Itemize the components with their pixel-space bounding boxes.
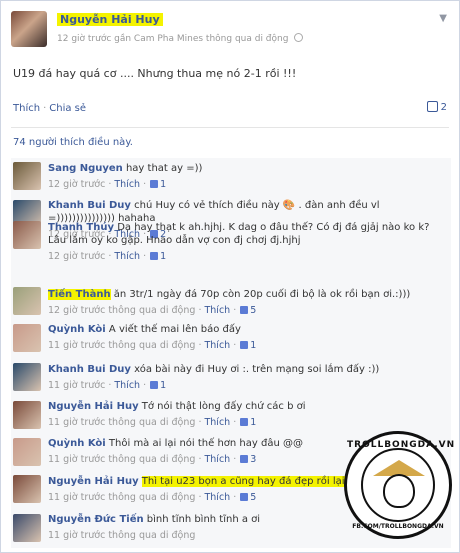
comment-like-count[interactable]: 1 — [250, 340, 256, 351]
comment-meta: 11 giờ trước thông qua di động · Thích ·… — [48, 340, 257, 351]
comment-body: Thanh Thúy Dạ hay thạt k ah.hjhj. K dag … — [48, 221, 445, 263]
comment-line: Tiến Thành ăn 3tr/1 ngày đá 70p còn 20p … — [48, 288, 445, 301]
comment-like-count[interactable]: 5 — [250, 492, 256, 503]
comment-like-link[interactable]: Thích — [204, 305, 230, 316]
trollbongda-watermark-logo: TROLLBONGDA.VN FB.COM/TROLLBONGDA.VN — [344, 431, 454, 539]
comment-like-link[interactable]: Thích — [204, 417, 230, 428]
thumbs-up-icon — [240, 418, 249, 426]
post-status-text: U19 đá hay quá cơ .... Nhưng thua mẹ nó … — [13, 67, 297, 80]
post-meta: 12 giờ trước gần Cam Pha Mines thông qua… — [57, 33, 304, 44]
comment-line: Khanh Bui Duy xóa bài này đi Huy ơi :. t… — [48, 363, 445, 376]
commenter-name[interactable]: Khanh Bui Duy — [48, 364, 131, 375]
commenter-avatar[interactable] — [13, 475, 41, 503]
comment-meta: 11 giờ trước · Thích · 1 — [48, 380, 167, 391]
author-name[interactable]: Nguyễn Hải Huy — [57, 13, 163, 26]
comment-time[interactable]: 11 giờ trước thông qua di động — [48, 454, 195, 465]
comment-time[interactable]: 11 giờ trước — [48, 380, 105, 391]
thumbs-up-icon — [150, 252, 159, 260]
chevron-down-icon[interactable]: ▼ — [439, 13, 447, 24]
commenter-avatar[interactable] — [13, 162, 41, 190]
commenter-name[interactable]: Khanh Bui Duy — [48, 200, 131, 211]
comment-text: hay that ay =)) — [125, 163, 203, 174]
thumbs-up-icon — [240, 493, 249, 501]
thumbs-up-icon — [240, 341, 249, 349]
comment-like-link[interactable]: Thích — [204, 454, 230, 465]
comment-like-link[interactable]: Thích — [114, 179, 140, 190]
comment-like-count[interactable]: 1 — [160, 380, 166, 391]
comment-line: Sang Nguyen hay that ay =)) — [48, 162, 445, 175]
comment-like-link[interactable]: Thích — [114, 251, 140, 262]
author-avatar[interactable] — [11, 11, 47, 47]
comment-like-count[interactable]: 1 — [160, 179, 166, 190]
thumbs-up-icon — [240, 455, 249, 463]
commenter-name[interactable]: Nguyễn Hải Huy — [48, 476, 139, 487]
comment-meta: 11 giờ trước thông qua di động · Thích ·… — [48, 417, 257, 428]
comment-body: Tiến Thành ăn 3tr/1 ngày đá 70p còn 20p … — [48, 288, 445, 317]
comment-body: Quỳnh Kòi A viết thế mai lên báo đấy 11 g… — [48, 323, 445, 352]
commenter-name[interactable]: Quỳnh Kòi — [48, 438, 106, 449]
commenter-name[interactable]: Nguyễn Đức Tiến — [48, 514, 144, 525]
comment-like-link[interactable]: Thích — [204, 340, 230, 351]
comment-body: Nguyễn Hải Huy Tớ nói thật lòng đấy chứ … — [48, 400, 445, 429]
commenter-avatar[interactable] — [13, 221, 41, 249]
divider — [11, 127, 449, 128]
watermark-bottom-text: FB.COM/TROLLBONGDA.VN — [352, 523, 444, 530]
privacy-globe-icon — [294, 33, 304, 42]
commenter-avatar[interactable] — [13, 438, 41, 466]
share-count[interactable]: 2 — [426, 101, 447, 113]
comment-body: Sang Nguyen hay that ay =)) 12 giờ trước … — [48, 162, 445, 191]
thumbs-up-icon — [150, 180, 159, 188]
commenter-name[interactable]: Sang Nguyen — [48, 163, 123, 174]
comment-text: Tớ nói thật lòng đấy chứ các b ơi — [141, 401, 306, 412]
post-meta-text: 12 giờ trước gần Cam Pha Mines thông qua… — [57, 34, 289, 44]
likes-summary[interactable]: 74 người thích điều này. — [13, 137, 133, 148]
comment-text: Thôi mà ai lại nói thế hơn hay đâu @@ — [108, 438, 303, 449]
comment-like-count[interactable]: 1 — [160, 251, 166, 262]
comment-like-link[interactable]: Thích — [114, 380, 140, 391]
like-link[interactable]: Thích — [13, 103, 40, 114]
facebook-post: Nguyễn Hải Huy 12 giờ trước gần Cam Pha … — [0, 0, 460, 553]
commenter-name[interactable]: Tiến Thành — [48, 289, 111, 300]
comment-time[interactable]: 11 giờ trước thông qua di động — [48, 417, 195, 428]
comment-text: xóa bài này đi Huy ơi :. trên mạng soi l… — [134, 364, 380, 375]
comment-meta: 12 giờ trước thông qua di động · Thích ·… — [48, 305, 257, 316]
comment-line: Quỳnh Kòi A viết thế mai lên báo đấy — [48, 323, 445, 336]
comment-time[interactable]: 11 giờ trước thông qua di động — [48, 492, 195, 503]
share-icon — [426, 101, 438, 112]
comment-text: ăn 3tr/1 ngày đá 70p còn 20p cuối đi bộ … — [113, 289, 411, 300]
commenter-avatar[interactable] — [13, 401, 41, 429]
comment-time[interactable]: 12 giờ trước — [48, 179, 105, 190]
comment-time[interactable]: 11 giờ trước thông qua di động — [48, 530, 195, 541]
comment-like-count[interactable]: 5 — [250, 305, 256, 316]
share-count-value: 2 — [440, 102, 447, 113]
comment-like-count[interactable]: 1 — [250, 417, 256, 428]
post-actions: Thích · Chia sẻ — [13, 103, 87, 114]
watermark-face — [383, 474, 415, 508]
share-link[interactable]: Chia sẻ — [49, 103, 86, 114]
commenter-name[interactable]: Thanh Thúy — [48, 222, 114, 233]
comment-text: bình tĩnh bình tĩnh a ơi — [146, 514, 261, 525]
thumbs-up-icon — [240, 306, 249, 314]
comment-text: A viết thế mai lên báo đấy — [108, 324, 241, 335]
comment-like-count[interactable]: 3 — [250, 454, 256, 465]
commenter-name[interactable]: Quỳnh Kòi — [48, 324, 106, 335]
commenter-name[interactable]: Nguyễn Hải Huy — [48, 401, 139, 412]
comment-like-link[interactable]: Thích — [204, 492, 230, 503]
comment-body: Khanh Bui Duy xóa bài này đi Huy ơi :. t… — [48, 363, 445, 392]
comment-meta: 12 giờ trước · Thích · 1 — [48, 251, 167, 262]
comment-meta: 12 giờ trước · Thích · 1 — [48, 179, 167, 190]
comment-time[interactable]: 12 giờ trước thông qua di động — [48, 305, 195, 316]
commenter-avatar[interactable] — [13, 363, 41, 391]
comment-line: Thanh Thúy Dạ hay thạt k ah.hjhj. K dag … — [48, 221, 445, 247]
commenter-avatar[interactable] — [13, 514, 41, 542]
comment-time[interactable]: 11 giờ trước thông qua di động — [48, 340, 195, 351]
comment-time[interactable]: 12 giờ trước — [48, 251, 105, 262]
thumbs-up-icon — [150, 381, 159, 389]
commenter-avatar[interactable] — [13, 324, 41, 352]
comment-line: Nguyễn Hải Huy Tớ nói thật lòng đấy chứ … — [48, 400, 445, 413]
commenter-avatar[interactable] — [13, 287, 41, 315]
